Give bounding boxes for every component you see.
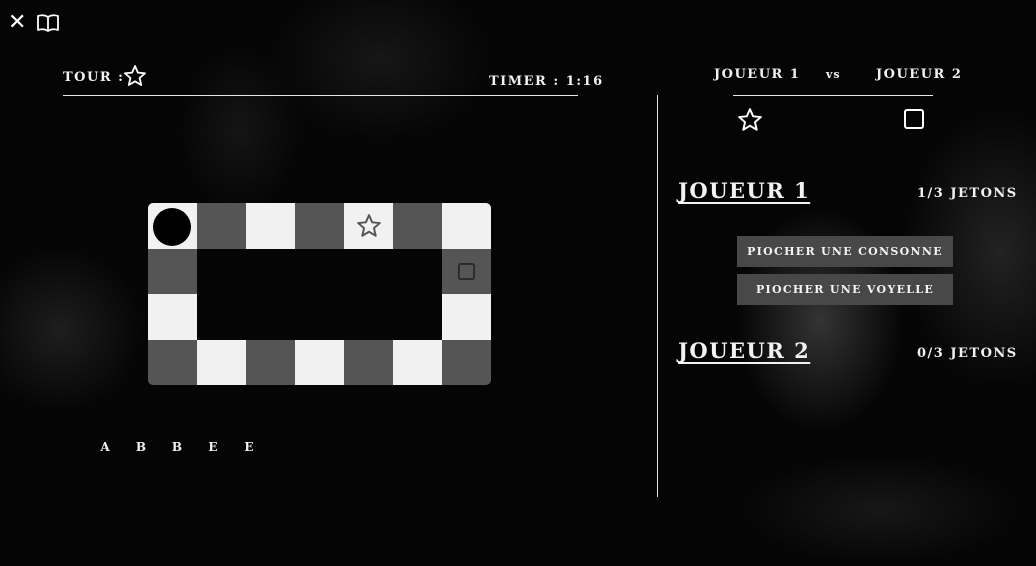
star-icon <box>738 108 762 131</box>
close-icon[interactable]: ✕ <box>8 12 28 34</box>
players-divider <box>733 95 933 96</box>
board-cell[interactable] <box>148 294 197 340</box>
draw-consonant-button[interactable]: PIOCHER UNE CONSONNE <box>737 236 953 267</box>
board-center <box>246 294 295 340</box>
board-center <box>344 249 393 294</box>
board-cell[interactable] <box>393 203 442 249</box>
pawn-square-icon <box>457 262 476 281</box>
board-cell[interactable] <box>295 340 344 385</box>
board-cell[interactable] <box>344 340 393 385</box>
board-center <box>197 249 246 294</box>
board-cell[interactable] <box>148 340 197 385</box>
player1-tokens: 1/3 JETONS <box>917 186 1018 201</box>
letter-tile: B <box>171 440 183 454</box>
player2-tokens: 0/3 JETONS <box>917 346 1018 361</box>
board-cell[interactable] <box>442 340 491 385</box>
board-center <box>295 294 344 340</box>
board-cell[interactable] <box>393 340 442 385</box>
draw-vowel-button[interactable]: PIOCHER UNE VOYELLE <box>737 274 953 305</box>
letter-tile: A <box>100 440 110 454</box>
board-cell[interactable] <box>246 340 295 385</box>
board-cell[interactable] <box>344 203 393 249</box>
board-cell[interactable] <box>197 203 246 249</box>
board-cell[interactable] <box>442 294 491 340</box>
letter-rack: ABBEE <box>98 440 256 454</box>
player2-header: JOUEUR 2 <box>876 67 963 82</box>
board-cell[interactable] <box>246 203 295 249</box>
player1-name: JOUEUR 1 <box>678 178 811 203</box>
board-cell[interactable] <box>442 249 491 294</box>
timer: TIMER : 1:16 <box>489 74 604 89</box>
board-center <box>295 249 344 294</box>
board-cell[interactable] <box>197 340 246 385</box>
game-board <box>148 203 491 385</box>
tour-label: TOUR : <box>63 70 125 85</box>
board-cell[interactable] <box>148 249 197 294</box>
star-icon <box>124 65 146 86</box>
board-cell[interactable] <box>442 203 491 249</box>
book-icon[interactable] <box>36 13 60 33</box>
letter-tile: B <box>135 440 147 454</box>
board-center <box>393 249 442 294</box>
player1-header: JOUEUR 1 <box>714 67 801 82</box>
pawn-circle <box>153 208 191 246</box>
letter-tile: E <box>244 440 254 454</box>
vertical-divider <box>657 95 658 497</box>
board-center <box>197 294 246 340</box>
pawn-star-icon <box>356 213 382 239</box>
board-center <box>344 294 393 340</box>
board-center <box>246 249 295 294</box>
header-divider <box>63 95 578 96</box>
player2-name: JOUEUR 2 <box>678 338 811 363</box>
board-cell[interactable] <box>295 203 344 249</box>
board-cell[interactable] <box>148 203 197 249</box>
square-icon <box>904 109 924 129</box>
letter-tile: E <box>208 440 218 454</box>
board-center <box>393 294 442 340</box>
vs-label: vs <box>826 68 841 81</box>
